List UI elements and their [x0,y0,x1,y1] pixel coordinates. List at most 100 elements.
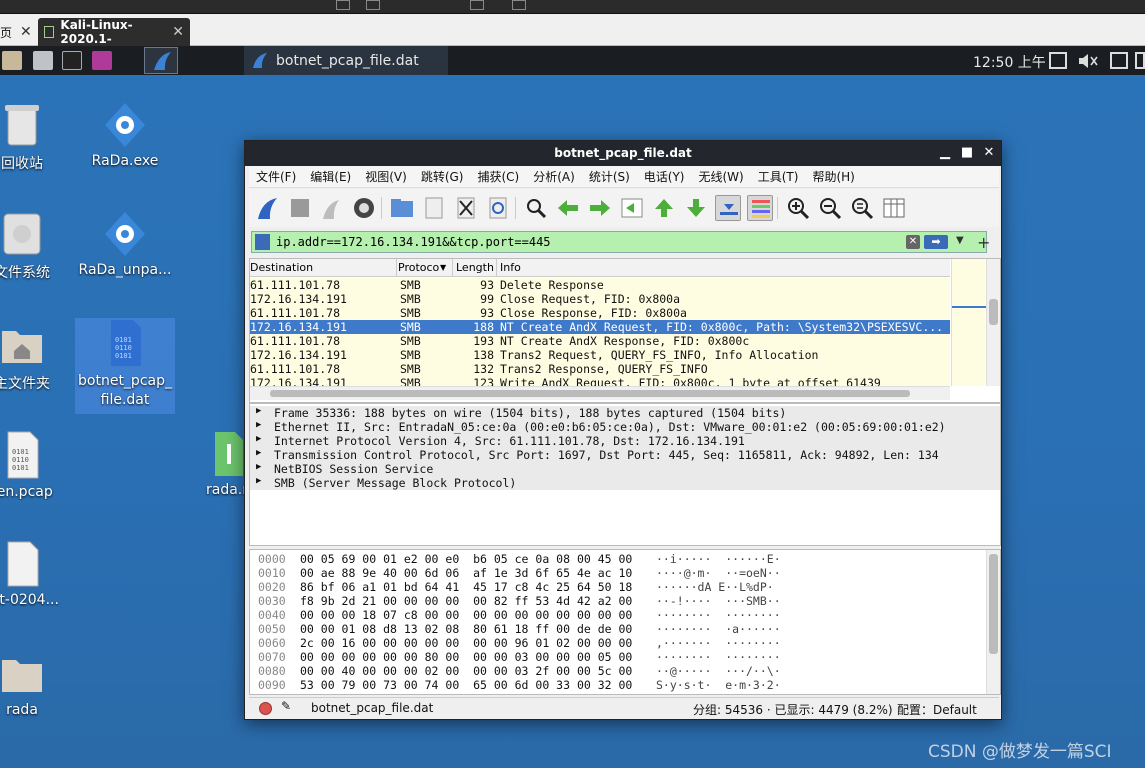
detail-tree-row[interactable]: ▶ Transmission Control Protocol, Src Port… [250,448,1000,462]
host-toolbar-icon[interactable] [366,0,380,10]
go-last-packet-icon[interactable] [683,195,709,221]
power-icon[interactable] [1135,52,1145,69]
menu-analyze[interactable]: 分析(A) [526,168,582,185]
desktop-icon-rada-folder[interactable]: rada [0,650,72,718]
desktop-icon-botnet-file[interactable]: 0101 0110 0101 botnet_pcap_ file.dat [75,318,175,414]
menu-edit[interactable]: 编辑(E) [303,168,358,185]
bookmark-icon[interactable] [255,234,270,250]
packet-row[interactable]: 61.111.101.78 SMB 93 Delete Response [250,278,950,292]
detail-tree-row[interactable]: ▶ NetBIOS Session Service [250,462,1000,476]
packet-bytes-scrollbar[interactable] [986,550,1000,694]
packet-row[interactable]: 172.16.134.191 SMB 99 Close Request, FID: 0… [250,292,950,306]
host-toolbar-icon[interactable] [336,0,350,10]
desktop-icon-pcap[interactable]: 010101100101 ten.pcap [0,430,72,500]
menu-help[interactable]: 帮助(H) [805,168,861,185]
menu-statistics[interactable]: 统计(S) [582,168,637,185]
resize-columns-icon[interactable] [881,195,907,221]
menu-wireless[interactable]: 无线(W) [692,168,751,185]
detail-tree-row[interactable]: ▶ Internet Protocol Version 4, Src: 61.11… [250,434,1000,448]
packet-row[interactable]: 61.111.101.78 SMB 193 NT Create AndX Respon… [250,334,950,348]
desktop-icon-report[interactable]: ort-0204... [0,540,72,608]
packet-row[interactable]: 61.111.101.78 SMB 93 Close Response, FID: 0… [250,306,950,320]
edit-comment-icon[interactable]: ✎ [281,699,291,713]
desktop-icon-trash[interactable]: 回收站 [0,101,72,173]
close-icon[interactable]: ✕ [20,24,32,40]
close-file-icon[interactable] [453,195,479,221]
go-first-packet-icon[interactable] [651,195,677,221]
display-filter-input[interactable]: ip.addr==172.16.134.191&&tcp.port==445 [276,235,551,249]
clear-filter-icon[interactable]: ✕ [906,235,920,249]
maximize-icon[interactable]: ■ [959,145,975,161]
volume-icon[interactable] [1077,52,1098,69]
restart-capture-icon[interactable] [319,195,345,221]
desktop-icon-rada-exe[interactable]: RaDa.exe [75,101,175,169]
host-toolbar-icon[interactable] [470,0,484,10]
desktop-icon-filesystem[interactable]: 文件系统 [0,210,72,282]
find-packet-icon[interactable] [523,195,549,221]
packet-row[interactable]: 61.111.101.78 SMB 132 Trans2 Response, QUER… [250,362,950,376]
start-capture-icon[interactable] [255,195,281,221]
minimize-icon[interactable]: ▁ [937,145,953,161]
chevron-right-icon[interactable]: ▶ [256,462,261,472]
menu-tools[interactable]: 工具(T) [751,168,806,185]
hex-row[interactable]: 0090 53 00 79 00 73 00 74 00 65 00 6d 00 … [250,678,986,692]
capture-options-icon[interactable] [351,195,377,221]
detail-tree-row[interactable]: ▶ Frame 35336: 188 bytes on wire (1504 bi… [250,406,1000,420]
zoom-reset-icon[interactable] [849,195,875,221]
taskbar-window-botnet[interactable]: botnet_pcap_file.dat [244,46,448,75]
hex-row[interactable]: 0030 f8 9b 2d 21 00 00 00 00 00 82 ff 53 … [250,594,986,608]
packet-row[interactable]: 172.16.134.191 SMB 138 Trans2 Request, QUER… [250,348,950,362]
expert-info-icon[interactable] [259,702,272,715]
chevron-right-icon[interactable]: ▶ [256,406,261,416]
column-destination[interactable]: Destination [250,261,313,274]
stop-capture-icon[interactable] [287,195,313,221]
go-forward-icon[interactable] [587,195,613,221]
hex-row[interactable]: 0060 2c 00 16 00 00 00 00 00 00 00 96 01 … [250,636,986,650]
autoscroll-icon[interactable] [715,195,741,221]
chevron-right-icon[interactable]: ▶ [256,448,261,458]
close-icon[interactable]: ✕ [981,145,997,161]
packet-row[interactable]: 172.16.134.191 SMB 188 NT Create AndX Reque… [250,320,950,334]
close-icon[interactable]: ✕ [172,24,184,40]
open-file-icon[interactable] [389,195,415,221]
chevron-right-icon[interactable]: ▶ [256,420,261,430]
packet-list-scrollbar[interactable] [986,259,1000,386]
menu-view[interactable]: 视图(V) [358,168,414,185]
menu-file[interactable]: 文件(F) [249,168,303,185]
window-titlebar[interactable]: botnet_pcap_file.dat ▁ ■ ✕ [245,141,1001,166]
add-filter-icon[interactable]: + [977,233,990,252]
reload-file-icon[interactable] [485,195,511,221]
packet-minimap[interactable] [951,259,986,386]
detail-tree-row[interactable]: ▶ Ethernet II, Src: EntradaN_05:ce:0a (00… [250,420,1000,434]
packet-list-hscrollbar[interactable] [250,386,950,400]
apply-filter-icon[interactable]: ➡ [924,235,948,249]
desktop-icon-home-folder[interactable]: 主文件夹 [0,321,72,393]
menu-telephony[interactable]: 电话(Y) [637,168,692,185]
hex-row[interactable]: 0080 00 00 40 00 00 00 02 00 00 00 03 2f … [250,664,986,678]
column-info[interactable]: Info [500,261,521,274]
display-icon[interactable] [1110,52,1128,69]
terminal-icon[interactable] [62,51,82,70]
host-tab-kali[interactable]: Kali-Linux-2020.1- ✕ [38,18,190,46]
chevron-down-icon[interactable]: ▼ [956,235,964,246]
clock[interactable]: 12:50 上午 [973,52,1046,72]
hex-row[interactable]: 0040 00 00 00 18 07 c8 00 00 00 00 00 00 … [250,608,986,622]
hex-row[interactable]: 0000 00 05 69 00 01 e2 00 e0 b6 05 ce 0a … [250,552,986,566]
host-tab-home[interactable]: 页 ✕ [0,18,38,46]
hex-row[interactable]: 0010 00 ae 88 9e 40 00 6d 06 af 1e 3d 6f … [250,566,986,580]
hex-row[interactable]: 0050 00 00 01 08 d8 13 02 08 80 61 18 ff … [250,622,986,636]
menu-go[interactable]: 跳转(G) [414,168,471,185]
display-filter-bar[interactable]: ip.addr==172.16.134.191&&tcp.port==445 ✕… [251,231,987,253]
save-file-icon[interactable] [421,195,447,221]
app-icon[interactable] [92,51,112,70]
folder-icon[interactable] [2,51,22,70]
host-toolbar-icon[interactable] [512,0,526,10]
chevron-right-icon[interactable]: ▶ [256,476,261,486]
desktop-icon-rada-unpacked[interactable]: RaDa_unpa... [75,210,175,278]
column-length[interactable]: Length [456,261,494,274]
file-manager-icon[interactable] [33,51,53,70]
zoom-out-icon[interactable] [817,195,843,221]
hex-row[interactable]: 0070 00 00 00 00 00 00 80 00 00 00 03 00 … [250,650,986,664]
network-icon[interactable] [1049,52,1067,69]
zoom-in-icon[interactable] [785,195,811,221]
